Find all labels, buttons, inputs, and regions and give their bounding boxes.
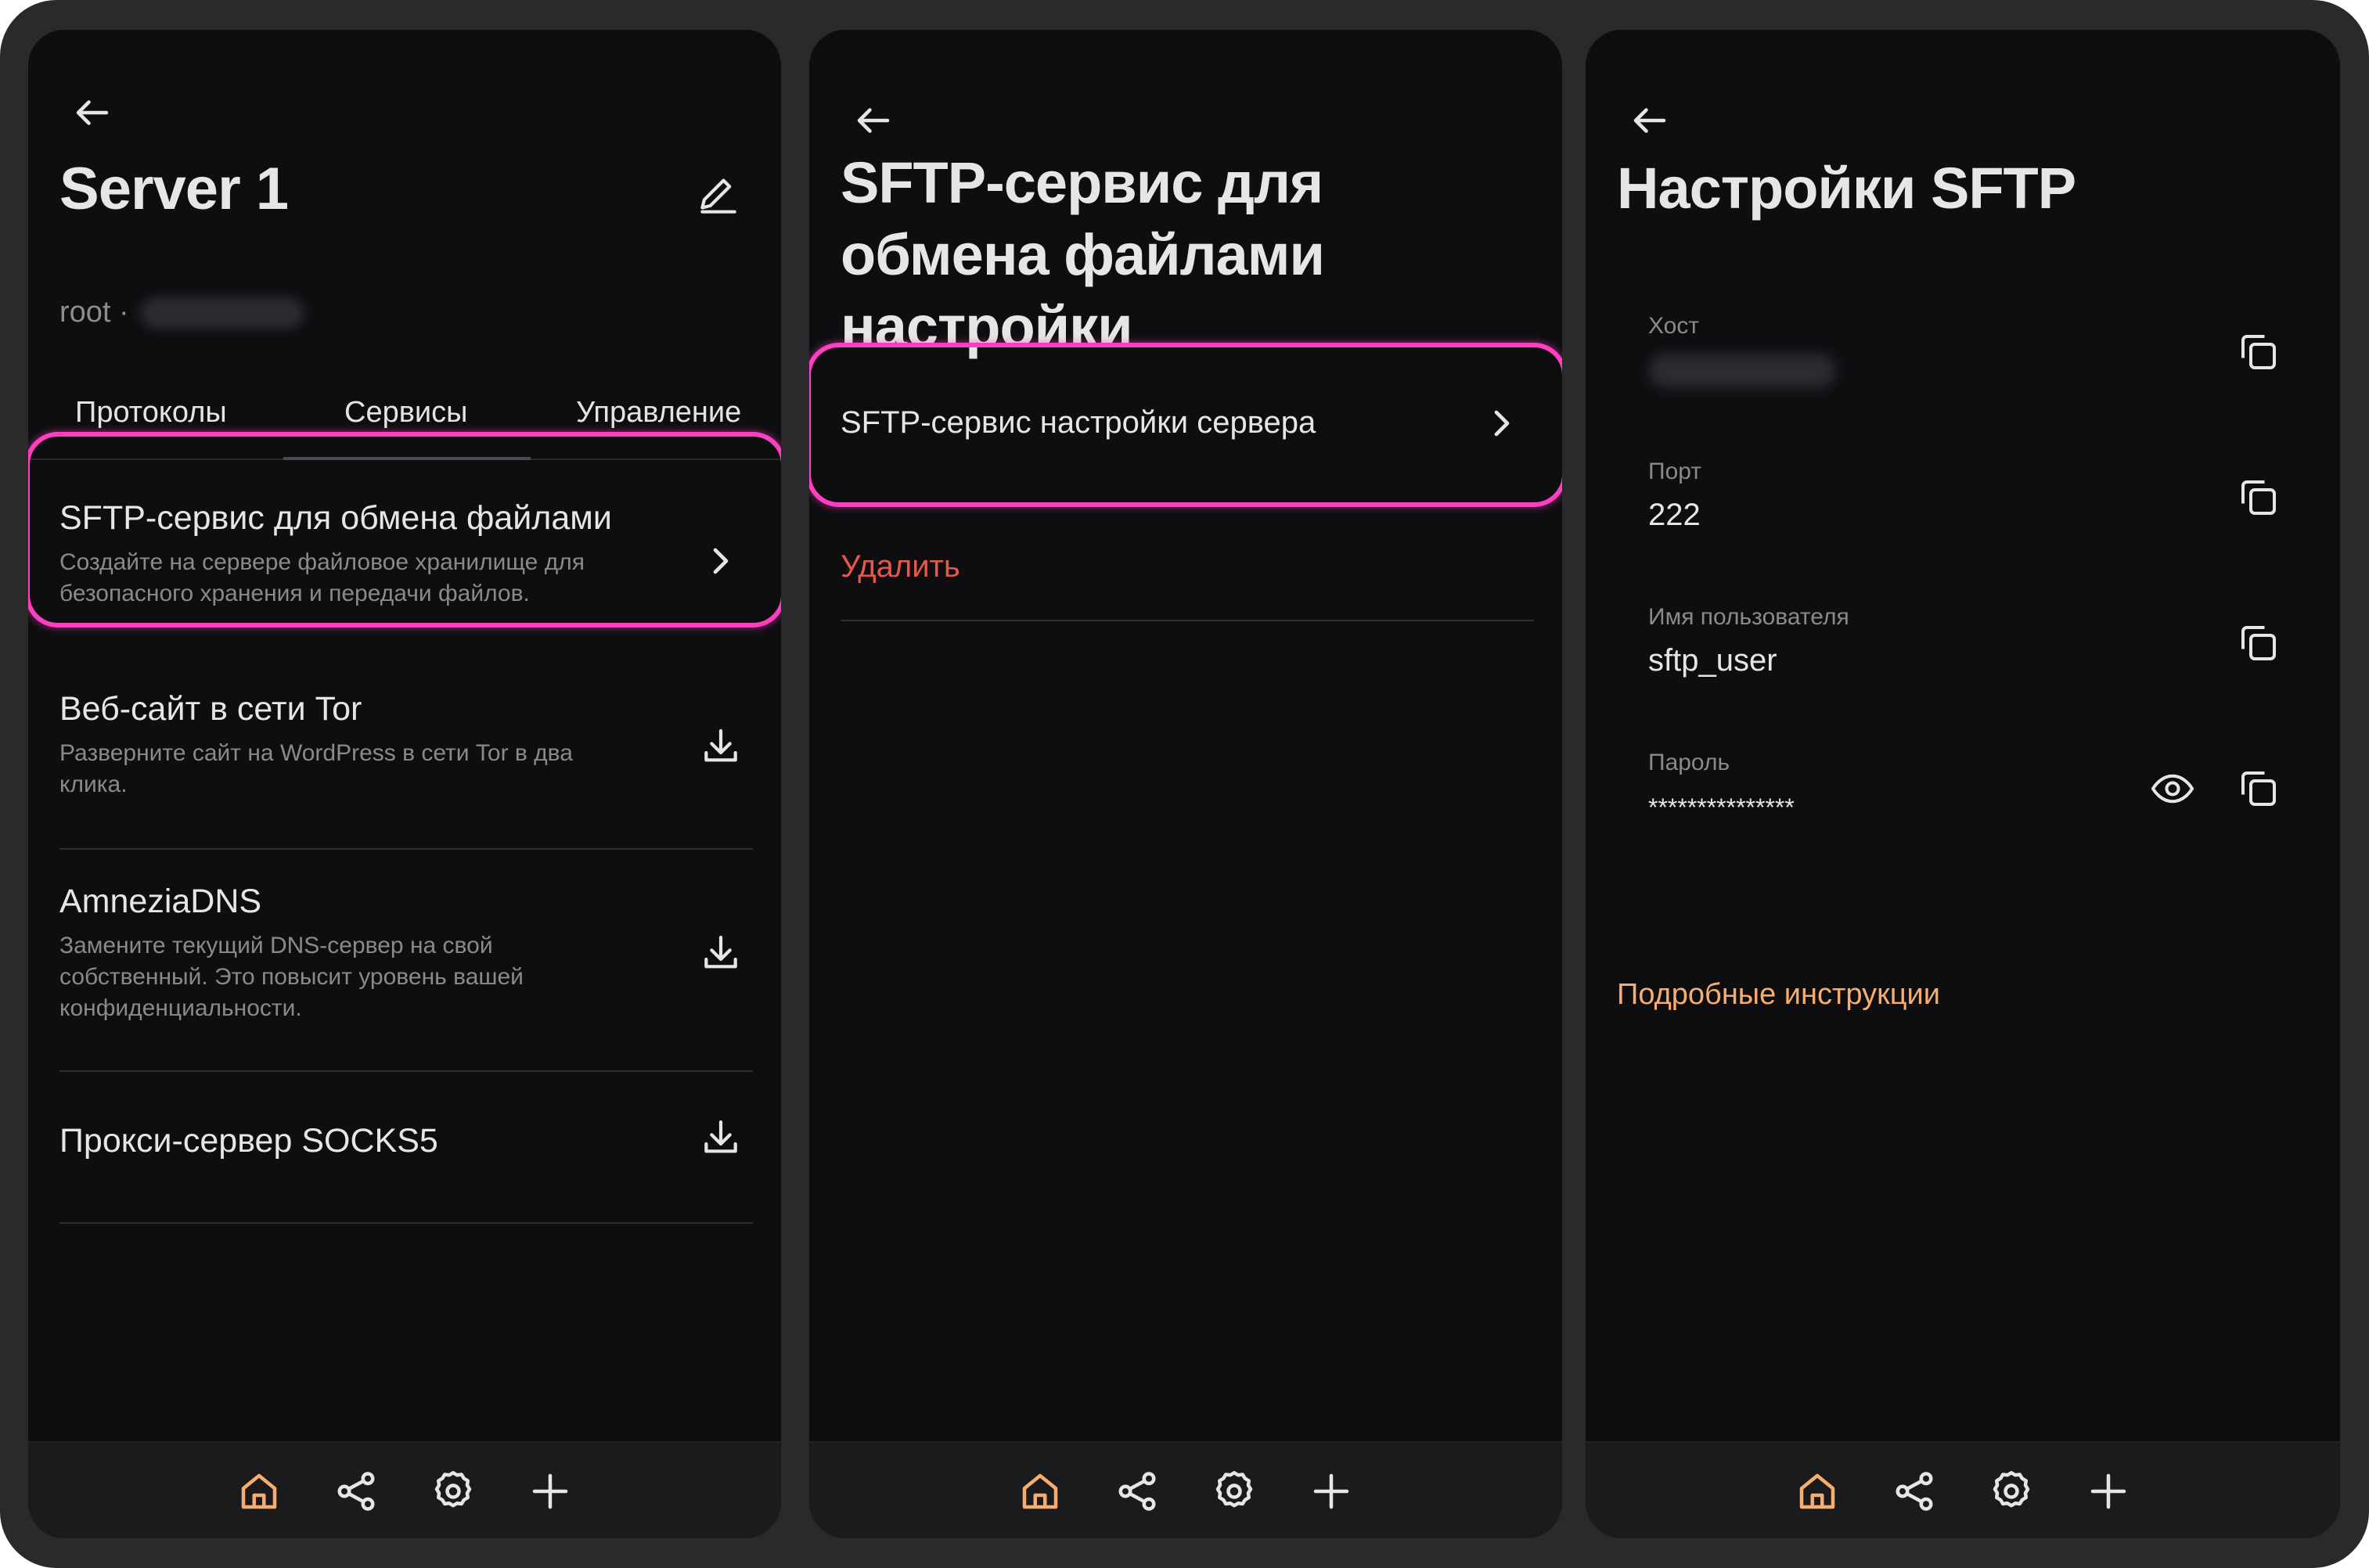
server-subtitle: root · [59, 296, 304, 329]
device-frame: Server 1 root · Протоколы Сервисы Управл… [0, 0, 2369, 1568]
service-item-tor[interactable]: Веб-сайт в сети Tor Разверните сайт на W… [59, 690, 748, 800]
divider [59, 1222, 753, 1224]
arrow-left-icon [1633, 108, 1666, 133]
plus-icon[interactable] [520, 1462, 580, 1521]
tab-protocols[interactable]: Протоколы [75, 396, 227, 430]
share-icon[interactable] [1107, 1462, 1167, 1521]
page-title: SFTP-сервис для обмена файлами настройки [841, 150, 1325, 359]
field-port: Порт 222 [1648, 459, 2290, 533]
divider [59, 848, 753, 850]
gear-icon[interactable] [1982, 1462, 2041, 1521]
service-name: Прокси-сервер SOCKS5 [59, 1122, 438, 1160]
bottom-nav [1586, 1441, 2340, 1538]
copy-icon[interactable] [2227, 466, 2290, 529]
field-label: Хост [1648, 313, 1700, 339]
server-user: root · [59, 296, 129, 329]
field-host: Хост [1648, 313, 2290, 388]
delete-button[interactable]: Удалить [841, 549, 960, 584]
edit-button[interactable] [684, 161, 753, 230]
back-button[interactable] [1618, 89, 1681, 152]
field-label: Имя пользователя [1648, 604, 1849, 630]
page-title: Server 1 [59, 156, 289, 222]
field-username: Имя пользователя sftp_user [1648, 604, 2290, 678]
tab-services[interactable]: Сервисы [344, 396, 467, 430]
copy-icon[interactable] [2227, 757, 2290, 820]
copy-icon[interactable] [2227, 612, 2290, 674]
pencil-icon [700, 178, 736, 214]
field-value: sftp_user [1648, 643, 1777, 678]
highlight-frame [28, 432, 781, 628]
service-description: Замените текущий DNS-сервер на свой собс… [59, 933, 524, 1021]
plus-icon[interactable] [1302, 1462, 1361, 1521]
service-item-dns[interactable]: AmneziaDNS Замените текущий DNS-сервер н… [59, 883, 748, 1024]
download-icon[interactable] [693, 720, 748, 775]
divider [841, 620, 1534, 621]
copy-icon[interactable] [2227, 321, 2290, 383]
host-value-blurred [1648, 354, 1836, 388]
share-icon[interactable] [1885, 1462, 1944, 1521]
bottom-nav [28, 1441, 781, 1538]
arrow-left-icon [76, 100, 109, 125]
instructions-link[interactable]: Подробные инструкции [1617, 978, 1940, 1012]
field-label: Порт [1648, 459, 1702, 484]
share-icon[interactable] [326, 1462, 386, 1521]
service-name: Веб-сайт в сети Tor [59, 690, 362, 728]
field-value: 222 [1648, 498, 1701, 532]
back-button[interactable] [842, 89, 905, 152]
bottom-nav [809, 1441, 1562, 1538]
home-icon[interactable] [229, 1462, 289, 1521]
screen-server: Server 1 root · Протоколы Сервисы Управл… [28, 30, 781, 1538]
field-password: Пароль *************** [1648, 750, 2290, 822]
gear-icon[interactable] [423, 1462, 483, 1521]
divider [59, 1070, 753, 1072]
service-item-socks5[interactable]: Прокси-сервер SOCKS5 [59, 1120, 748, 1160]
plus-icon[interactable] [2079, 1462, 2138, 1521]
service-name: AmneziaDNS [59, 883, 262, 920]
arrow-left-icon [857, 108, 890, 133]
back-button[interactable] [61, 81, 124, 144]
highlight-frame [809, 343, 1562, 507]
screen-sftp-settings-menu: SFTP-сервис для обмена файлами настройки… [809, 30, 1562, 1538]
download-icon[interactable] [693, 926, 748, 981]
home-icon[interactable] [1788, 1462, 1847, 1521]
server-ip-blurred [139, 297, 304, 329]
service-description: Разверните сайт на WordPress в сети Tor … [59, 740, 573, 797]
eye-icon[interactable] [2141, 757, 2204, 820]
download-icon[interactable] [693, 1111, 748, 1166]
page-title: Настройки SFTP [1617, 156, 2076, 221]
tab-management[interactable]: Управление [576, 396, 741, 430]
screen-sftp-details: Настройки SFTP Хост Порт 222 Имя пользов… [1586, 30, 2340, 1538]
gear-icon[interactable] [1204, 1462, 1264, 1521]
home-icon[interactable] [1010, 1462, 1070, 1521]
